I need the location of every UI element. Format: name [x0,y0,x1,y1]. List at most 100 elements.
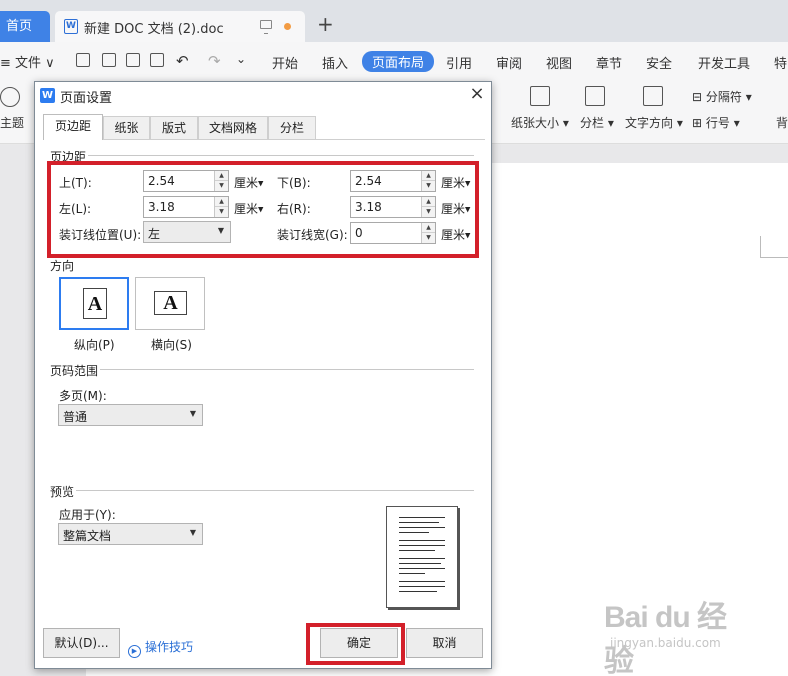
left-margin-input[interactable]: 3.18 ▲ ▼ [143,196,229,218]
tips-link[interactable]: ▶ 操作技巧 [128,638,193,658]
chevron-down-icon: ▼ [189,409,196,418]
paper-size-icon[interactable] [530,86,550,106]
up-arrow-icon[interactable]: ▲ [422,171,435,181]
margins-section-title: 页边距 [50,148,89,165]
down-arrow-icon[interactable]: ▼ [422,233,435,243]
page-range-divider [50,369,474,370]
tab-layout[interactable]: 版式 [150,116,198,140]
right-margin-value: 3.18 [355,200,382,214]
tab-columns[interactable]: 分栏 [268,116,316,140]
up-arrow-icon[interactable]: ▲ [215,171,228,181]
top-margin-value: 2.54 [148,174,175,188]
menu-tab-developer[interactable]: 开发工具 [698,53,750,72]
menu-tab-review[interactable]: 审阅 [496,53,522,72]
save-icon[interactable] [76,53,90,67]
print-icon[interactable] [126,53,140,67]
caret-down-icon: ▼ [465,231,471,240]
gutter-position-select[interactable]: 左 ▼ [143,221,231,243]
page-corner-mark [760,236,788,258]
separator-icon: ⊟ [692,90,703,104]
margins-divider [50,155,474,156]
tips-label: 操作技巧 [145,640,194,654]
gutter-width-label: 装订线宽(G): [277,228,348,242]
bottom-margin-value: 2.54 [355,174,382,188]
right-unit-select[interactable]: 厘米▼ [441,200,470,217]
top-margin-stepper[interactable]: ▲ ▼ [214,171,228,191]
line-number-button[interactable]: ⊞ 行号 ▾ [692,114,740,131]
print-preview-icon[interactable] [150,53,164,67]
theme-button[interactable]: 主题 [0,114,24,131]
columns-button[interactable]: 分栏 ▾ [580,114,614,131]
text-direction-icon[interactable] [643,86,663,106]
paper-size-button[interactable]: 纸张大小 ▾ [511,114,569,131]
down-arrow-icon[interactable]: ▼ [422,181,435,191]
up-arrow-icon[interactable]: ▲ [422,223,435,233]
default-button[interactable]: 默认(D)... [43,628,120,658]
portrait-option[interactable]: A [59,277,129,330]
down-arrow-icon[interactable]: ▼ [422,207,435,217]
menu-tab-security[interactable]: 安全 [646,53,672,72]
multiple-pages-select[interactable]: 普通 ▼ [58,404,203,426]
separator-button[interactable]: ⊟ 分隔符 ▾ [692,88,752,105]
down-arrow-icon[interactable]: ▼ [215,207,228,217]
bottom-margin-label: 下(B): [277,176,311,190]
bottom-unit-select[interactable]: 厘米▼ [441,174,470,191]
menu-tab-chapter[interactable]: 章节 [596,53,622,72]
paper-size-label: 纸张大小 [511,116,560,130]
menu-tab-insert[interactable]: 插入 [322,53,348,72]
tab-document[interactable]: W 新建 DOC 文档 (2).doc [55,11,305,42]
left-margin-value: 3.18 [148,200,175,214]
wps-icon: W [40,88,55,103]
gutter-width-input[interactable]: 0 ▲ ▼ [350,222,436,244]
background-button[interactable]: 背 [776,114,788,131]
tab-doc-grid[interactable]: 文档网格 [198,116,268,140]
right-margin-stepper[interactable]: ▲ ▼ [421,197,435,217]
close-icon[interactable]: × [467,84,487,104]
tab-paper[interactable]: 纸张 [103,116,150,140]
top-unit-select[interactable]: 厘米▼ [234,174,263,191]
bottom-margin-input[interactable]: 2.54 ▲ ▼ [350,170,436,192]
customize-quick-access-icon[interactable]: ⌄ [236,52,246,66]
undo-icon[interactable]: ↶ [176,52,189,70]
bottom-margin-stepper[interactable]: ▲ ▼ [421,171,435,191]
watermark: Bai du 经验 jingyan.baidu.com [604,592,744,676]
down-arrow-icon[interactable]: ▼ [215,181,228,191]
monitor-icon[interactable] [260,20,272,34]
cancel-button[interactable]: 取消 [406,628,483,658]
columns-icon[interactable] [585,86,605,106]
portrait-label: 纵向(P) [74,338,115,352]
landscape-option[interactable]: A [135,277,205,330]
separator-label: 分隔符 [705,90,742,104]
up-arrow-icon[interactable]: ▲ [422,197,435,207]
text-direction-button[interactable]: 文字方向 ▾ [625,114,683,131]
left-margin-stepper[interactable]: ▲ ▼ [214,197,228,217]
top-margin-input[interactable]: 2.54 ▲ ▼ [143,170,229,192]
play-icon: ▶ [128,645,141,658]
left-margin-label: 左(L): [59,202,92,216]
menu-tab-page-layout[interactable]: 页面布局 [362,51,435,72]
dialog-title: 页面设置 [60,91,113,106]
gutter-width-stepper[interactable]: ▲ ▼ [421,223,435,243]
up-arrow-icon[interactable]: ▲ [215,197,228,207]
redo-icon[interactable]: ↷ [208,52,221,70]
document-tab-title: 新建 DOC 文档 (2).doc [84,22,224,37]
left-unit-select[interactable]: 厘米▼ [234,200,263,217]
multiple-pages-label: 多页(M): [59,389,107,403]
tab-home[interactable]: 首页 [0,11,50,42]
menu-tab-view[interactable]: 视图 [546,53,572,72]
tab-margins[interactable]: 页边距 [43,114,103,140]
menu-bar: ≡ 文件 ∨ ↶ ↷ ⌄ 开始 插入 页面布局 引用 审阅 视图 章节 安全 开… [0,42,788,80]
right-margin-input[interactable]: 3.18 ▲ ▼ [350,196,436,218]
caret-down-icon: ▼ [465,205,471,214]
apply-to-select[interactable]: 整篇文档 ▼ [58,523,203,545]
ok-button[interactable]: 确定 [320,628,398,658]
theme-palette-icon[interactable] [0,87,20,107]
file-menu[interactable]: ≡ 文件 ∨ [0,52,55,71]
new-tab-button[interactable]: + [317,14,334,34]
menu-tab-references[interactable]: 引用 [446,53,472,72]
export-pdf-icon[interactable] [102,53,116,67]
unit-label: 厘米 [234,176,259,190]
menu-tab-more[interactable]: 特 [774,53,787,72]
menu-tab-start[interactable]: 开始 [272,53,298,72]
gutter-unit-select[interactable]: 厘米▼ [441,226,470,243]
